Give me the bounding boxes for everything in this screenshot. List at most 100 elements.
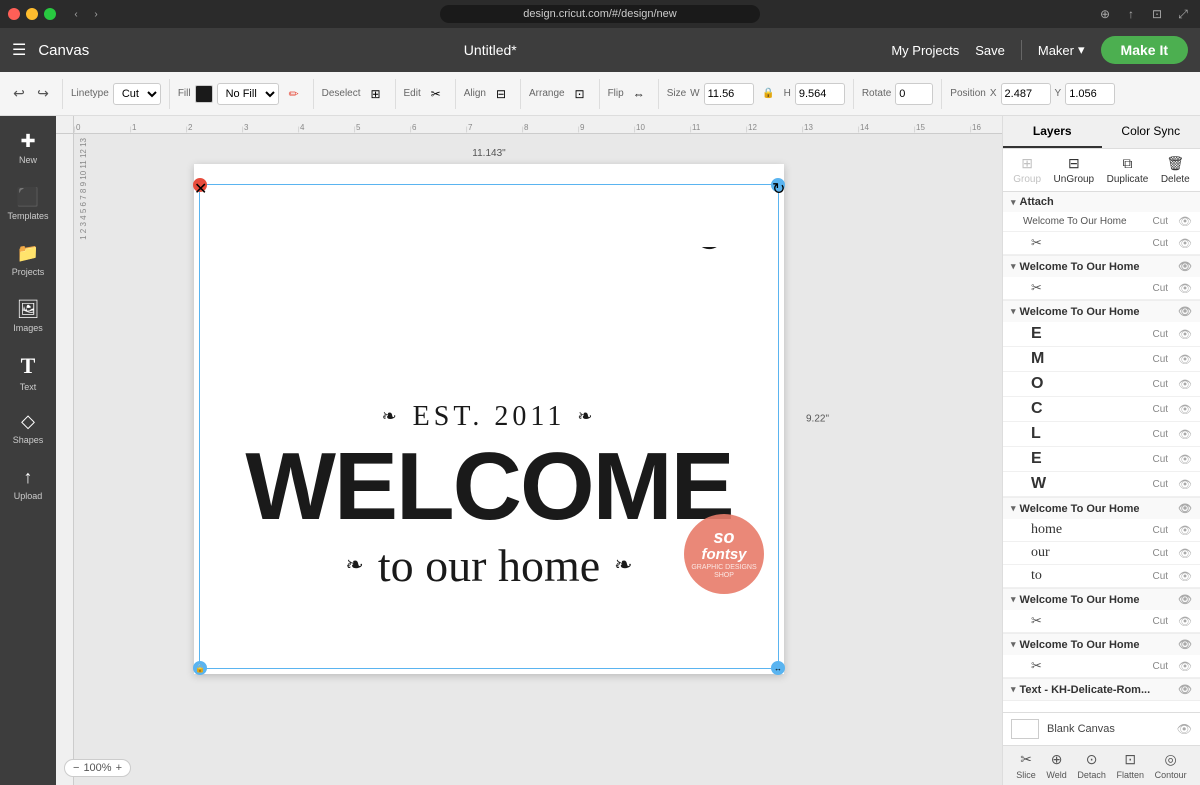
visibility-icon[interactable]: 👁 (1178, 683, 1192, 696)
detach-button[interactable]: ⊙ Detach (1077, 751, 1106, 780)
blank-canvas-swatch[interactable] (1011, 719, 1039, 739)
visibility-icon[interactable]: 👁 (1178, 282, 1192, 295)
edit-button[interactable]: ✂ (425, 83, 447, 105)
layer-group-scripts-header[interactable]: ▾ Welcome To Our Home 👁 (1003, 498, 1200, 519)
layer-item[interactable]: ✂ Cut 👁 (1003, 232, 1200, 255)
sidebar-item-new[interactable]: ✚ New (0, 120, 56, 176)
zoom-value[interactable]: 100% (83, 762, 111, 774)
visibility-icon[interactable]: 👁 (1178, 237, 1192, 250)
layer-item-our[interactable]: our Cut 👁 (1003, 542, 1200, 565)
blank-canvas-eye[interactable]: 👁 (1177, 722, 1192, 736)
layer-item[interactable]: ✂ Cut 👁 (1003, 610, 1200, 633)
size-w-input[interactable] (704, 83, 754, 105)
window-icon[interactable]: ⊡ (1148, 5, 1166, 23)
close-button[interactable] (8, 8, 20, 20)
visibility-icon[interactable]: 👁 (1178, 453, 1192, 466)
share-icon[interactable]: ⊕ (1096, 5, 1114, 23)
fill-color-swatch[interactable] (195, 85, 213, 103)
visibility-icon[interactable]: 👁 (1178, 305, 1192, 318)
visibility-icon[interactable]: 👁 (1178, 570, 1192, 583)
visibility-icon[interactable]: 👁 (1178, 378, 1192, 391)
layer-item-to[interactable]: to Cut 👁 (1003, 565, 1200, 588)
contour-button[interactable]: ◎ Contour (1155, 751, 1187, 780)
layer-group-5-header[interactable]: ▾ Welcome To Our Home 👁 (1003, 589, 1200, 610)
layer-item-W[interactable]: W Cut 👁 (1003, 472, 1200, 497)
layer-item-O[interactable]: O Cut 👁 (1003, 372, 1200, 397)
minimize-button[interactable] (26, 8, 38, 20)
visibility-icon[interactable]: 👁 (1178, 638, 1192, 651)
visibility-icon[interactable]: 👁 (1178, 260, 1192, 273)
layer-item[interactable]: ✂ Cut 👁 (1003, 655, 1200, 678)
make-it-button[interactable]: Make It (1101, 36, 1188, 64)
layer-item-C[interactable]: C Cut 👁 (1003, 397, 1200, 422)
redo-button[interactable]: ↪ (32, 83, 54, 105)
weld-button[interactable]: ⊕ Weld (1046, 751, 1066, 780)
tab-color-sync[interactable]: Color Sync (1102, 116, 1200, 148)
lock-icon[interactable]: 🔒 (758, 83, 780, 105)
delete-button[interactable]: 🗑 Delete (1161, 155, 1190, 185)
design-canvas[interactable]: ✕ ↻ 🔒 ↔ 11.143" 9.22" (194, 164, 784, 674)
forward-button[interactable]: › (88, 6, 104, 22)
layers-list[interactable]: ▾ Attach Welcome To Our Home Cut 👁 ✂ Cut… (1003, 192, 1200, 712)
my-projects-button[interactable]: My Projects (891, 43, 959, 58)
position-y-input[interactable] (1065, 83, 1115, 105)
size-h-input[interactable] (795, 83, 845, 105)
visibility-icon[interactable]: 👁 (1178, 428, 1192, 441)
save-button[interactable]: Save (975, 43, 1005, 58)
rotate-input[interactable] (895, 83, 933, 105)
zoom-minus[interactable]: − (73, 762, 79, 774)
duplicate-button[interactable]: ⧉ Duplicate (1107, 155, 1149, 185)
visibility-icon[interactable]: 👁 (1178, 502, 1192, 515)
visibility-icon[interactable]: 👁 (1178, 547, 1192, 560)
visibility-icon[interactable]: 👁 (1178, 524, 1192, 537)
tab-layers[interactable]: Layers (1003, 116, 1102, 148)
visibility-icon[interactable]: 👁 (1178, 403, 1192, 416)
flatten-button[interactable]: ⊡ Flatten (1117, 751, 1145, 780)
back-button[interactable]: ‹ (68, 6, 84, 22)
doc-title[interactable]: Untitled* (464, 42, 517, 58)
position-x-input[interactable] (1001, 83, 1051, 105)
deselect-button[interactable]: ⊞ (365, 83, 387, 105)
menu-button[interactable]: ☰ (12, 40, 26, 60)
edit-pen-icon[interactable]: ✏ (283, 83, 305, 105)
layer-group-letters-header[interactable]: ▾ Welcome To Our Home 👁 (1003, 301, 1200, 322)
visibility-icon[interactable]: 👁 (1178, 615, 1192, 628)
visibility-icon[interactable]: 👁 (1178, 328, 1192, 341)
visibility-icon[interactable]: 👁 (1178, 478, 1192, 491)
align-button[interactable]: ⊟ (490, 83, 512, 105)
url-bar[interactable]: design.cricut.com/#/design/new (440, 5, 760, 23)
slice-button[interactable]: ✂ Slice (1016, 751, 1036, 780)
layer-item-M[interactable]: M Cut 👁 (1003, 347, 1200, 372)
sidebar-item-projects[interactable]: 📁 Projects (0, 232, 56, 288)
layer-item-L[interactable]: L Cut 👁 (1003, 422, 1200, 447)
sidebar-item-templates[interactable]: ⬛ Templates (0, 176, 56, 232)
canvas-workspace[interactable]: ✕ ↻ 🔒 ↔ 11.143" 9.22" (74, 134, 1002, 767)
layer-group-attach-header[interactable]: ▾ Attach (1003, 192, 1200, 212)
layer-group-text-header[interactable]: ▾ Text - KH-Delicate-Rom... 👁 (1003, 679, 1200, 700)
layer-item[interactable]: ✂ Cut 👁 (1003, 277, 1200, 300)
ungroup-button[interactable]: ⊟ UnGroup (1054, 155, 1095, 185)
upload-icon[interactable]: ↑ (1122, 5, 1140, 23)
layer-item-home[interactable]: home Cut 👁 (1003, 519, 1200, 542)
fill-select[interactable]: No Fill (217, 83, 279, 105)
undo-button[interactable]: ↩ (8, 83, 30, 105)
arrange-button[interactable]: ⊡ (569, 83, 591, 105)
fullscreen-icon[interactable]: ⤢ (1174, 5, 1192, 23)
traffic-lights[interactable] (8, 8, 56, 20)
canvas-area[interactable]: 0 1 2 3 4 5 6 7 8 9 10 11 12 13 14 15 16… (56, 116, 1002, 785)
flip-button[interactable]: ⇔ (628, 83, 650, 105)
sidebar-item-upload[interactable]: ↑ Upload (0, 456, 56, 512)
visibility-icon[interactable]: 👁 (1178, 593, 1192, 606)
sidebar-item-images[interactable]: 🖼 Images (0, 288, 56, 344)
layer-item-E[interactable]: E Cut 👁 (1003, 322, 1200, 347)
group-button[interactable]: ⊞ Group (1013, 155, 1041, 185)
visibility-icon[interactable]: 👁 (1178, 660, 1192, 673)
visibility-icon[interactable]: 👁 (1178, 353, 1192, 366)
maker-button[interactable]: Maker ▾ (1038, 42, 1085, 58)
layer-group-6-header[interactable]: ▾ Welcome To Our Home 👁 (1003, 634, 1200, 655)
maximize-button[interactable] (44, 8, 56, 20)
sidebar-item-shapes[interactable]: ◇ Shapes (0, 400, 56, 456)
layer-item-E2[interactable]: E Cut 👁 (1003, 447, 1200, 472)
zoom-plus[interactable]: + (116, 762, 122, 774)
visibility-icon[interactable]: 👁 (1178, 215, 1192, 228)
